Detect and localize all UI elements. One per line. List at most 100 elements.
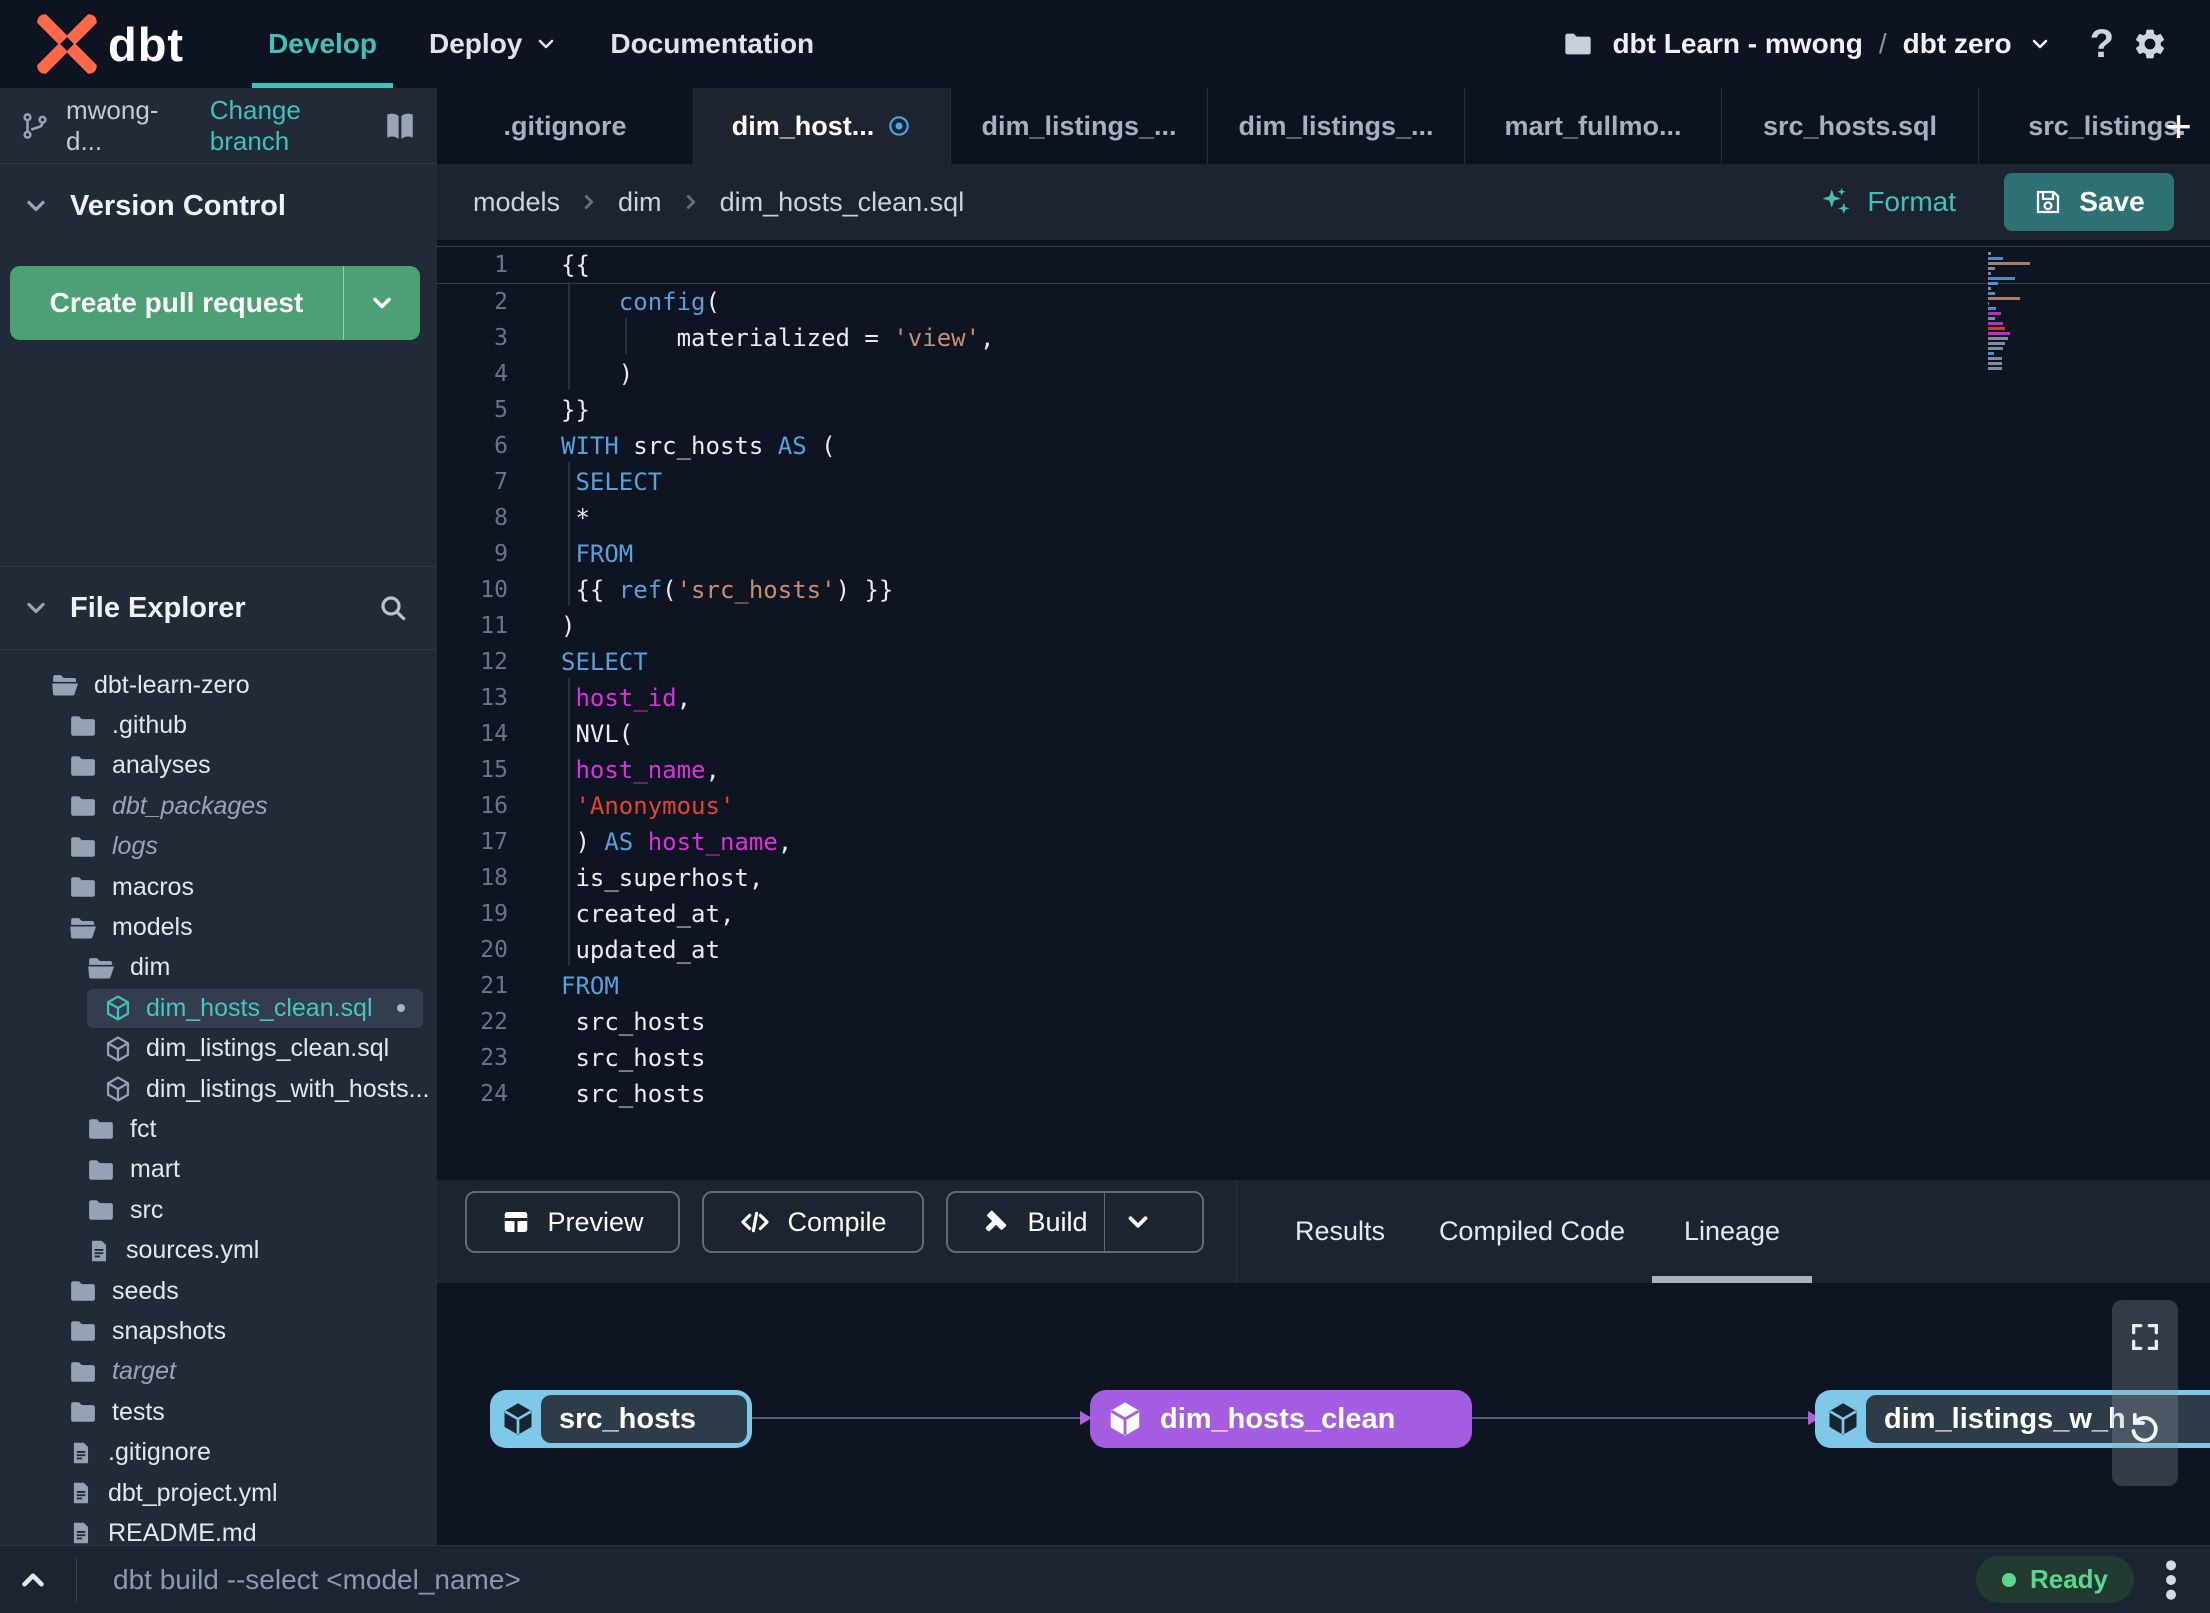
- code-text: {{ ref('src_hosts') }}: [561, 576, 894, 604]
- command-input[interactable]: dbt build --select <model_name>: [113, 1564, 521, 1596]
- tree-item[interactable]: models: [0, 907, 437, 947]
- breadcrumb-dim[interactable]: dim: [618, 187, 662, 218]
- build-button[interactable]: Build: [946, 1191, 1204, 1253]
- folder-icon: [68, 1397, 98, 1427]
- tab-compiled-code[interactable]: Compiled Code: [1412, 1180, 1652, 1283]
- tree-item[interactable]: README.md: [0, 1513, 437, 1545]
- cube-icon: [1820, 1401, 1866, 1437]
- code-editor[interactable]: 1{{2 config(3 materialized = 'view', 4 ) 5…: [437, 240, 2210, 1180]
- folder-icon: [68, 1276, 98, 1306]
- change-branch-link[interactable]: Change branch: [210, 95, 367, 157]
- tree-item[interactable]: tests: [0, 1392, 437, 1432]
- tree-item[interactable]: sources.yml: [0, 1230, 437, 1270]
- tree-item[interactable]: dbt_project.yml: [0, 1473, 437, 1513]
- dbt-logo[interactable]: dbt: [0, 13, 184, 75]
- editor-tab[interactable]: .gitignore: [437, 88, 694, 164]
- model-icon: [104, 1075, 132, 1103]
- code-line: 22 src_hosts: [437, 1004, 2210, 1040]
- editor-tab[interactable]: dim_listings_...: [951, 88, 1208, 164]
- fullscreen-icon[interactable]: [2128, 1320, 2162, 1354]
- tree-item[interactable]: macros: [0, 867, 437, 907]
- branch-bar: mwong-d... Change branch: [0, 88, 437, 164]
- tree-item-label: fct: [130, 1114, 157, 1143]
- tree-item[interactable]: dim_listings_with_hosts...: [0, 1069, 437, 1109]
- tree-item-label: README.md: [108, 1518, 257, 1545]
- nav-item-documentation[interactable]: Documentation: [584, 0, 840, 88]
- docs-book-icon[interactable]: [383, 109, 417, 143]
- tree-item-label: dim: [130, 953, 171, 982]
- code-text: ) AS host_name,: [561, 828, 793, 856]
- tree-item[interactable]: fct: [0, 1109, 437, 1149]
- line-number: 4: [494, 361, 508, 387]
- code-text: src_hosts: [561, 1008, 706, 1036]
- chevron-right-icon: [680, 191, 702, 213]
- breadcrumb-models[interactable]: models: [473, 187, 560, 218]
- tree-item[interactable]: snapshots: [0, 1311, 437, 1351]
- line-number: 21: [480, 973, 508, 999]
- lineage-node-src-hosts[interactable]: src_hosts: [490, 1390, 752, 1448]
- editor-tab[interactable]: mart_fullmo...: [1465, 88, 1722, 164]
- cube-icon: [495, 1401, 541, 1437]
- lineage-node-dim-hosts-clean[interactable]: dim_hosts_clean: [1090, 1390, 1472, 1448]
- code-line: 8 *: [437, 500, 2210, 536]
- tree-item-label: sources.yml: [126, 1236, 260, 1265]
- tab-label: mart_fullmo...: [1504, 110, 1682, 141]
- code-line: 23 src_hosts: [437, 1040, 2210, 1076]
- editor-tabbar: .gitignore dim_host... dim_listings_... dim…: [437, 88, 2210, 164]
- editor-tab[interactable]: dim_listings_...: [1208, 88, 1465, 164]
- tree-item-label: macros: [112, 872, 194, 901]
- code-line: 3 materialized = 'view',: [437, 320, 2210, 356]
- version-control-header[interactable]: Version Control: [0, 164, 437, 248]
- lineage-node-label: src_hosts: [541, 1395, 747, 1443]
- new-tab-button[interactable]: +: [2157, 88, 2200, 164]
- gear-icon[interactable]: [2132, 26, 2168, 62]
- tab-results[interactable]: Results: [1275, 1180, 1405, 1283]
- nav-item-develop[interactable]: Develop: [242, 0, 403, 88]
- tree-item[interactable]: logs: [0, 827, 437, 867]
- project-folder-icon: [1562, 28, 1594, 60]
- tree-item[interactable]: dim_listings_clean.sql: [0, 1029, 437, 1069]
- tree-item[interactable]: .github: [0, 705, 437, 745]
- kebab-menu-icon[interactable]: [2156, 1558, 2186, 1602]
- project-breadcrumb[interactable]: dbt Learn - mwong / dbt zero: [1612, 28, 2051, 60]
- tree-item[interactable]: seeds: [0, 1271, 437, 1311]
- code-line: 4 ): [437, 356, 2210, 392]
- help-icon[interactable]: ?: [2090, 22, 2114, 67]
- chevron-up-icon[interactable]: [16, 1563, 50, 1597]
- chevron-down-icon: [22, 594, 50, 622]
- editor-tab[interactable]: src_hosts.sql: [1722, 88, 1979, 164]
- tree-item[interactable]: target: [0, 1352, 437, 1392]
- format-button[interactable]: Format: [1819, 185, 1956, 219]
- search-icon[interactable]: [377, 592, 409, 624]
- tree-item[interactable]: src: [0, 1190, 437, 1230]
- account-name: dbt Learn - mwong: [1612, 28, 1863, 59]
- tree-item[interactable]: .gitignore: [0, 1432, 437, 1472]
- build-dropdown[interactable]: [1103, 1193, 1171, 1251]
- create-pull-request-button[interactable]: Create pull request: [10, 266, 420, 340]
- tree-item[interactable]: dim_hosts_clean.sql: [0, 988, 437, 1028]
- compile-button[interactable]: Compile: [702, 1191, 924, 1253]
- create-pr-dropdown[interactable]: [344, 289, 420, 317]
- editor-tab[interactable]: dim_host...: [694, 88, 951, 164]
- folder-icon: [68, 711, 98, 741]
- code-text: config(: [618, 288, 720, 316]
- tree-item[interactable]: dbt_packages: [0, 786, 437, 826]
- git-branch-icon: [20, 111, 50, 141]
- folder-icon: [86, 1114, 116, 1144]
- code-text: ): [561, 360, 634, 388]
- tree-item[interactable]: mart: [0, 1150, 437, 1190]
- save-floppy-icon: [2033, 187, 2063, 217]
- tree-item[interactable]: analyses: [0, 746, 437, 786]
- file-explorer-header[interactable]: File Explorer: [0, 566, 437, 650]
- minimap[interactable]: [1988, 250, 2044, 372]
- tree-item-label: dbt_packages: [112, 791, 268, 820]
- tree-item-label: dbt-learn-zero: [94, 670, 250, 699]
- lineage-graph[interactable]: src_hosts dim_hosts_clean dim_listings_w…: [437, 1283, 2210, 1545]
- refresh-icon[interactable]: [2127, 1410, 2163, 1446]
- tree-item[interactable]: dim: [0, 948, 437, 988]
- preview-button[interactable]: Preview: [465, 1191, 680, 1253]
- tab-lineage[interactable]: Lineage: [1652, 1180, 1812, 1283]
- save-button[interactable]: Save: [2004, 173, 2174, 231]
- tree-item[interactable]: dbt-learn-zero: [0, 665, 437, 705]
- nav-item-deploy[interactable]: Deploy: [403, 0, 584, 88]
